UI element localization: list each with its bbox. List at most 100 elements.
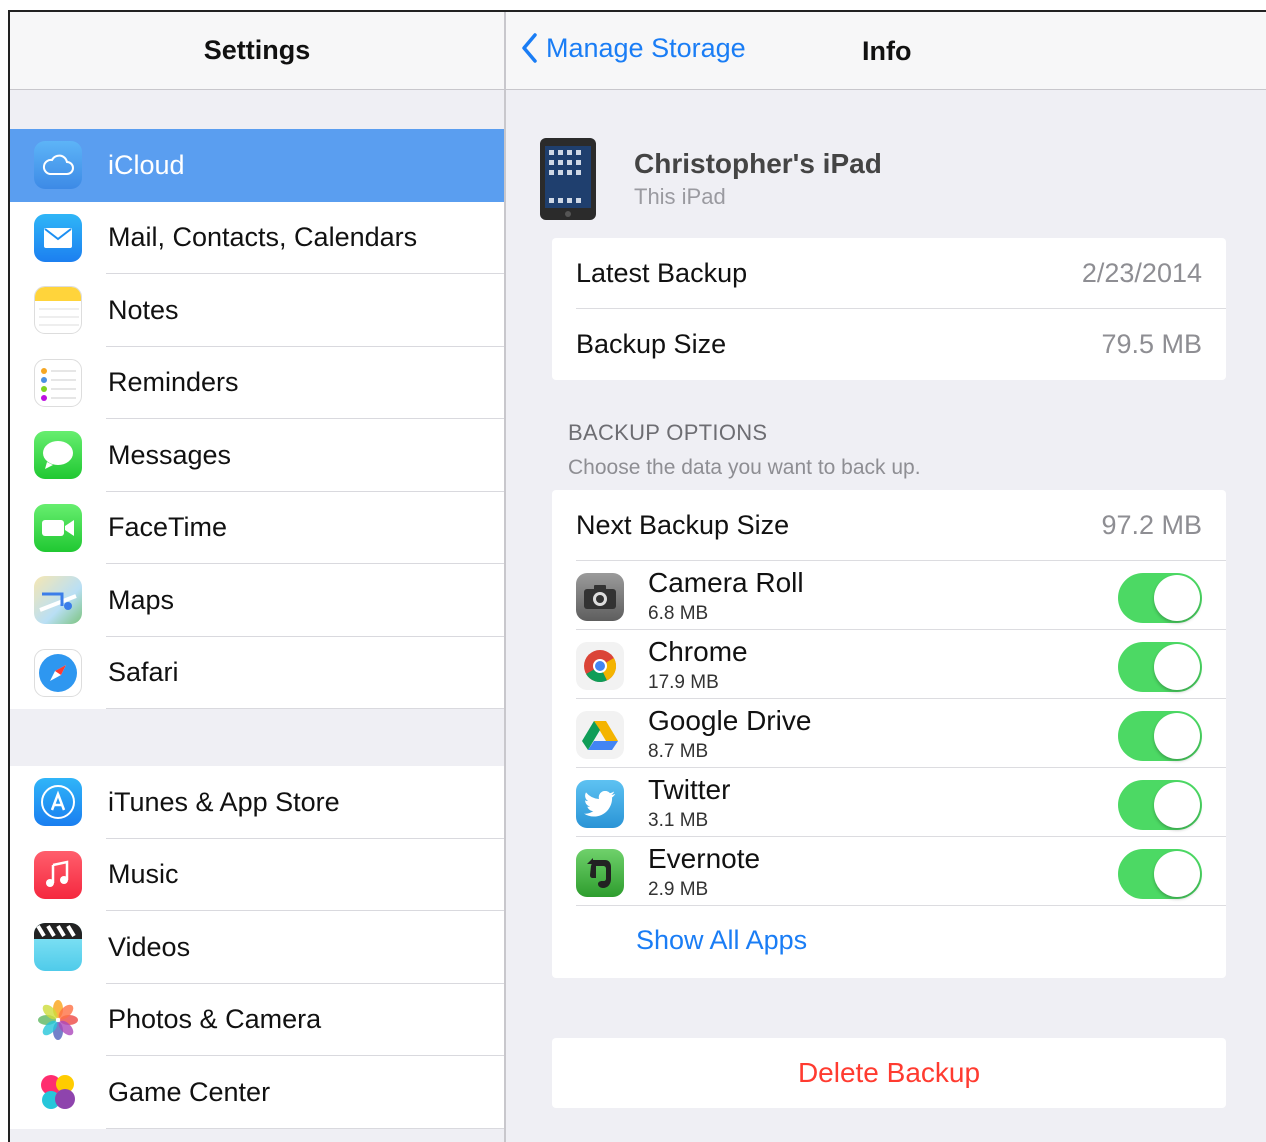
sidebar-item-game-center[interactable]: Game Center [10, 1056, 504, 1129]
sidebar-item-reminders[interactable]: Reminders [10, 347, 504, 419]
sidebar-item-notes[interactable]: Notes [10, 274, 504, 347]
nav-bar: Manage Storage Info [506, 12, 1266, 90]
chrome-toggle[interactable] [1118, 642, 1202, 692]
music-icon [34, 850, 82, 899]
sidebar-item-label: Reminders [108, 367, 239, 398]
sidebar-item-label: Mail, Contacts, Calendars [108, 222, 418, 253]
game-center-icon [34, 1068, 82, 1116]
app-size: 6.8 MB [648, 603, 709, 624]
sidebar-item-label: Music [108, 859, 179, 890]
next-backup-size-value: 97.2 MB [1101, 510, 1202, 540]
sidebar-item-app-store[interactable]: iTunes & App Store [10, 766, 504, 839]
google-drive-toggle[interactable] [1118, 711, 1202, 761]
app-size: 2.9 MB [648, 879, 709, 900]
app-store-icon [34, 778, 82, 826]
settings-group-2: iTunes & App Store Music Videos Photos &… [10, 766, 504, 1129]
evernote-toggle[interactable] [1118, 849, 1202, 899]
chevron-left-icon [522, 33, 537, 63]
app-row-evernote: Evernote 2.9 MB [552, 837, 1226, 906]
back-label: Manage Storage [546, 32, 746, 63]
backup-info-card: Latest Backup 2/23/2014 Backup Size 79.5… [552, 238, 1226, 380]
delete-backup-label: Delete Backup [797, 1057, 981, 1088]
show-all-apps-link[interactable]: Show All Apps [636, 925, 807, 956]
sidebar-item-icloud[interactable]: iCloud [10, 129, 504, 202]
sidebar-item-label: Safari [108, 657, 179, 688]
messages-icon [34, 431, 82, 479]
device-name: Christopher's iPad [634, 148, 882, 179]
camera-roll-toggle[interactable] [1118, 573, 1202, 623]
app-name: Google Drive [648, 705, 812, 736]
reminders-icon [34, 358, 82, 407]
sidebar-item-maps[interactable]: Maps [10, 564, 504, 637]
toggle-knob [1154, 575, 1200, 621]
section-title: BACKUP OPTIONS [568, 420, 768, 445]
settings-title: Settings [10, 12, 504, 90]
sidebar-item-label: Photos & Camera [108, 1004, 322, 1035]
window: Settings iCloud Mail, Contacts, Calendar… [8, 10, 1266, 1142]
delete-backup-button[interactable]: Delete Backup [552, 1038, 1226, 1108]
icloud-icon [34, 141, 82, 189]
sidebar-item-label: Game Center [108, 1076, 271, 1107]
toggle-knob [1154, 782, 1200, 828]
toggle-knob [1154, 713, 1200, 759]
latest-backup-label: Latest Backup [576, 258, 748, 288]
sidebar-item-label: FaceTime [108, 512, 228, 543]
sidebar-item-messages[interactable]: Messages [10, 419, 504, 492]
app-name: Twitter [648, 774, 731, 805]
section-subtitle: Choose the data you want to back up. [568, 456, 921, 479]
next-backup-size-row: Next Backup Size 97.2 MB [552, 490, 1226, 561]
toggle-knob [1154, 644, 1200, 690]
sidebar-item-label: Maps [108, 584, 175, 615]
app-name: Camera Roll [648, 567, 804, 598]
app-row-camera-roll: Camera Roll 6.8 MB [552, 561, 1226, 630]
toggle-knob [1154, 851, 1200, 897]
sidebar-item-music[interactable]: Music [10, 839, 504, 911]
row-divider [106, 708, 504, 709]
device-subtitle: This iPad [634, 184, 726, 209]
sidebar-item-videos[interactable]: Videos [10, 911, 504, 984]
photos-icon [34, 995, 82, 1044]
sidebar-item-label: Videos [108, 931, 191, 962]
sidebar-item-photos[interactable]: Photos & Camera [10, 984, 504, 1056]
ipad-device-icon [540, 138, 596, 225]
maps-icon [34, 576, 82, 624]
page-title: Info [862, 36, 912, 66]
facetime-icon [34, 503, 82, 552]
latest-backup-row: Latest Backup 2/23/2014 [552, 238, 1226, 309]
app-size: 3.1 MB [648, 810, 709, 831]
sidebar-item-label: iCloud [108, 149, 185, 180]
app-row-twitter: Twitter 3.1 MB [552, 768, 1226, 837]
camera-icon [576, 573, 624, 621]
app-name: Evernote [648, 843, 761, 874]
detail-pane: Manage Storage Info Christopher's iPad T… [506, 12, 1266, 1142]
sidebar-item-facetime[interactable]: FaceTime [10, 492, 504, 564]
backup-size-value: 79.5 MB [1101, 329, 1202, 359]
google-drive-icon [576, 711, 624, 759]
sidebar-item-label: Notes [108, 294, 179, 325]
videos-icon [34, 923, 82, 971]
app-size: 8.7 MB [648, 741, 709, 762]
back-button[interactable]: Manage Storage [520, 32, 746, 64]
twitter-icon [576, 780, 624, 828]
backup-size-label: Backup Size [576, 329, 727, 359]
row-divider [106, 1127, 504, 1129]
row-divider [576, 905, 1226, 906]
app-row-chrome: Chrome 17.9 MB [552, 630, 1226, 699]
chrome-icon [576, 642, 624, 690]
latest-backup-value: 2/23/2014 [1081, 258, 1202, 288]
sidebar-item-mail[interactable]: Mail, Contacts, Calendars [10, 202, 504, 274]
settings-group-1: iCloud Mail, Contacts, Calendars Notes R… [10, 129, 504, 709]
mail-icon [34, 213, 82, 262]
app-row-google-drive: Google Drive 8.7 MB [552, 699, 1226, 768]
notes-icon [34, 286, 82, 334]
safari-icon [34, 648, 82, 697]
backup-options-card: Next Backup Size 97.2 MB Camera Roll 6.8… [552, 490, 1226, 978]
settings-sidebar: Settings iCloud Mail, Contacts, Calendar… [10, 12, 504, 1142]
backup-size-row: Backup Size 79.5 MB [552, 309, 1226, 380]
sidebar-item-safari[interactable]: Safari [10, 637, 504, 709]
twitter-toggle[interactable] [1118, 780, 1202, 830]
sidebar-item-label: Messages [108, 439, 232, 470]
next-backup-size-label: Next Backup Size [576, 510, 790, 540]
app-size: 17.9 MB [648, 672, 719, 693]
evernote-icon [576, 849, 624, 897]
